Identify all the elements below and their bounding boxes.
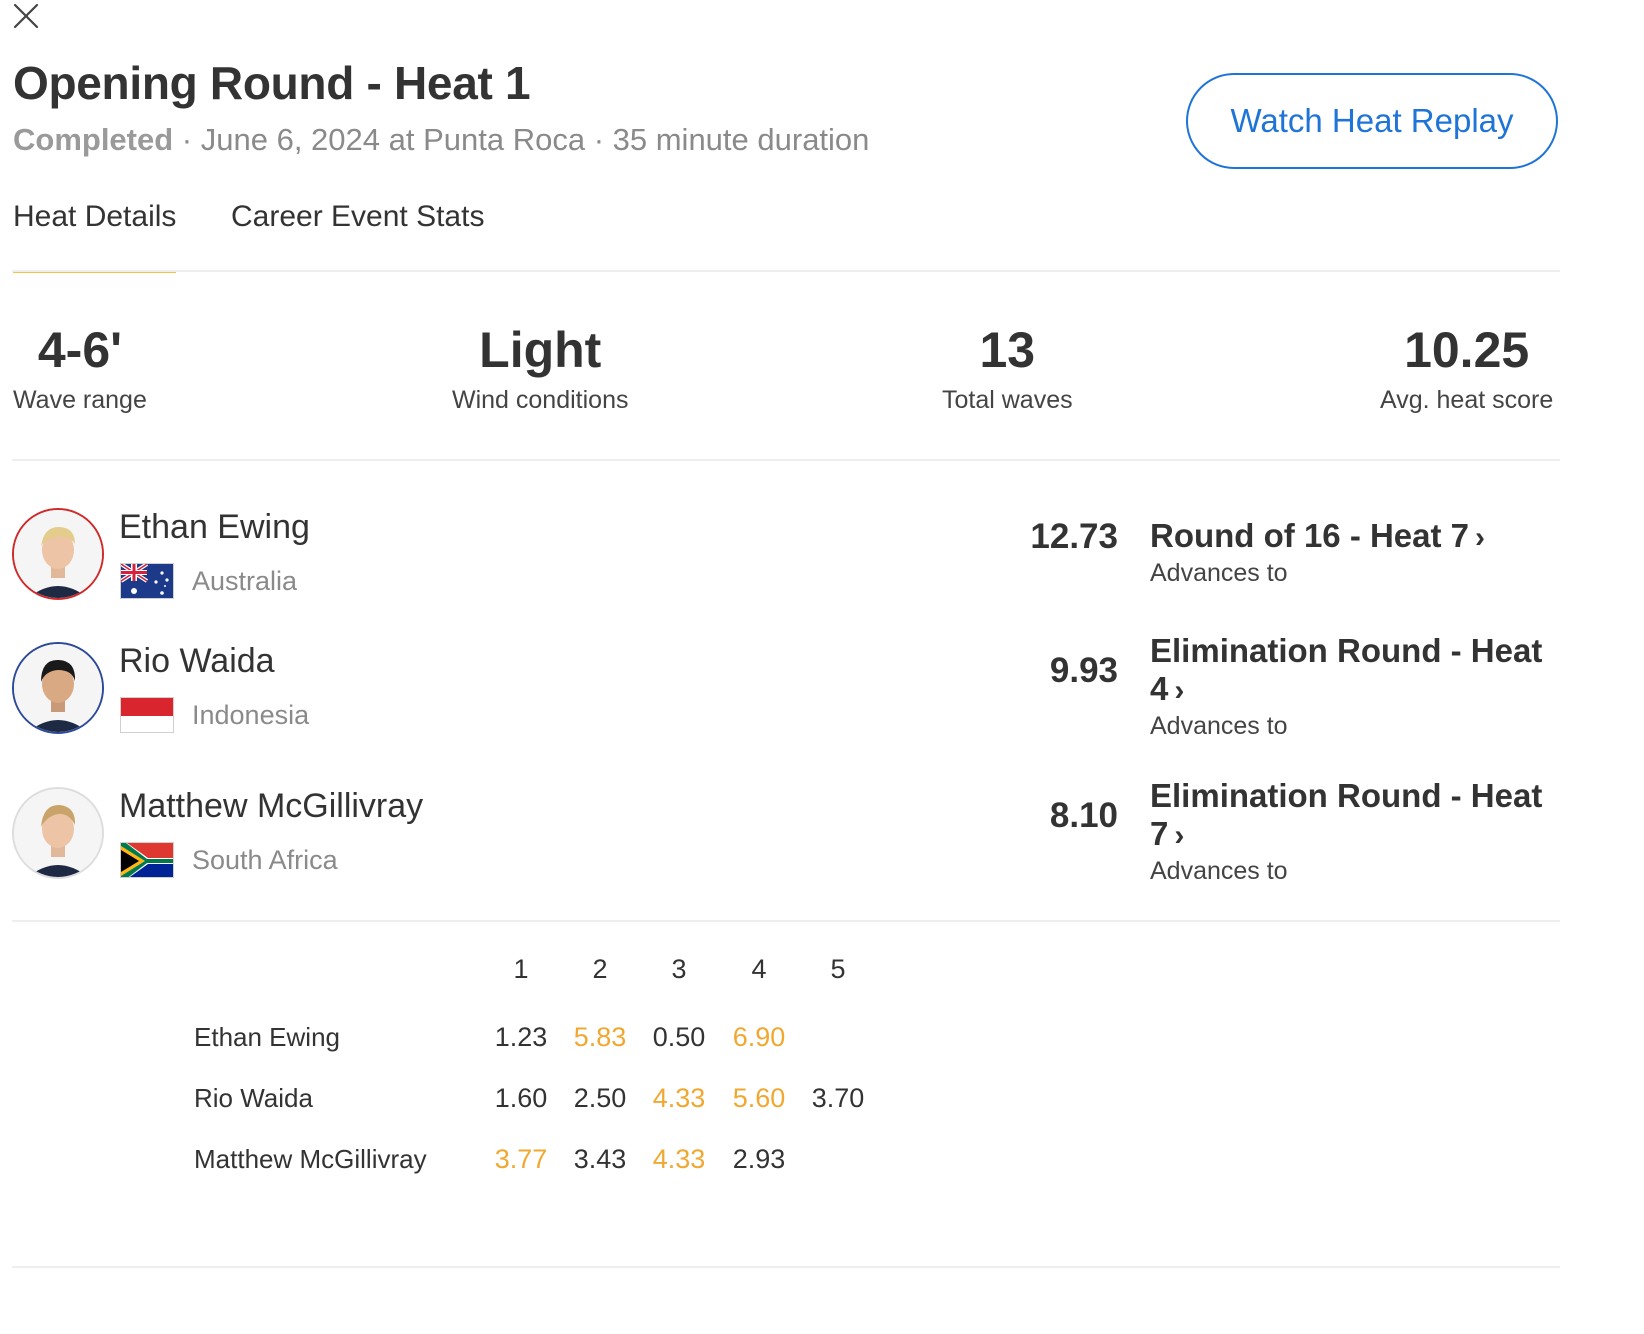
athlete-heat-score: 9.93 (1049, 651, 1118, 690)
athlete-portrait (14, 510, 102, 598)
wave-score: 4.33 (652, 1083, 706, 1113)
wave-row-athlete-name: Matthew McGillivray (194, 1144, 427, 1174)
heat-status: Completed (13, 122, 174, 157)
wave-column-header: 2 (592, 954, 608, 984)
athlete-name[interactable]: Matthew McGillivray (119, 787, 423, 826)
stat-avg-heat-score: 10.25 Avg. heat score (1380, 320, 1553, 418)
next-heat-label: Elimination Round - Heat 7 (1150, 777, 1543, 852)
wave-score: 4.33 (652, 1144, 706, 1174)
athlete-portrait (14, 644, 102, 732)
stat-wind-conditions: Light Wind conditions (452, 320, 628, 418)
athlete-row-rio-waida: Rio Waida Indonesia 9.93 Elimination Rou… (12, 632, 1560, 772)
stat-value: 4-6' (37, 322, 123, 378)
wave-column-header: 4 (751, 954, 767, 984)
tab-career-event-stats[interactable]: Career Event Stats (231, 200, 484, 270)
advances-to-label: Advances to (1150, 559, 1288, 587)
heat-details: June 6, 2024 at Punta Roca · 35 minute d… (200, 122, 870, 157)
stat-label: Wind conditions (452, 386, 629, 414)
close-icon (13, 3, 39, 29)
avatar (12, 508, 104, 600)
flag-south-africa-icon (120, 842, 174, 878)
wave-score: 6.90 (732, 1022, 786, 1052)
advances-to-label: Advances to (1150, 857, 1288, 885)
athlete-heat-score: 8.10 (1049, 796, 1118, 835)
watch-heat-replay-button[interactable]: Watch Heat Replay (1186, 73, 1558, 169)
stat-wave-range: 4-6' Wave range (13, 320, 147, 418)
avatar (12, 787, 104, 879)
wave-column-header: 5 (830, 954, 846, 984)
athlete-name[interactable]: Rio Waida (119, 642, 275, 681)
next-heat-link[interactable]: Round of 16 - Heat 7 › (1150, 517, 1550, 557)
athlete-country: Australia (192, 566, 298, 596)
athlete-row-matthew-mcgillivray: Matthew McGillivray South Africa 8.10 El… (12, 777, 1560, 917)
athlete-country: Indonesia (192, 700, 310, 730)
stat-total-waves: 13 Total waves (942, 320, 1073, 418)
chevron-right-icon: › (1475, 521, 1486, 554)
stat-value: 13 (979, 322, 1036, 378)
tab-heat-details[interactable]: Heat Details (13, 200, 177, 273)
wave-score: 5.60 (732, 1083, 786, 1113)
flag-australia-icon (120, 563, 174, 599)
tabs-divider (12, 270, 1560, 272)
wave-score: 1.23 (494, 1022, 548, 1052)
wave-score: 0.50 (652, 1022, 706, 1052)
stat-label: Wave range (13, 386, 147, 414)
athlete-name[interactable]: Ethan Ewing (119, 508, 310, 547)
heat-title: Opening Round - Heat 1 (13, 57, 531, 109)
wave-column-header: 1 (513, 954, 529, 984)
bottom-divider (12, 1266, 1560, 1268)
athlete-country: South Africa (192, 845, 338, 875)
next-heat-label: Round of 16 - Heat 7 (1150, 517, 1470, 554)
wave-row-athlete-name: Rio Waida (194, 1083, 313, 1113)
stat-value: 10.25 (1404, 322, 1530, 378)
wave-column-header: 3 (671, 954, 687, 984)
advances-to-label: Advances to (1150, 712, 1288, 740)
next-heat-link[interactable]: Elimination Round - Heat 4 › (1150, 632, 1550, 710)
wave-score: 3.70 (811, 1083, 865, 1113)
wave-score: 5.83 (573, 1022, 627, 1052)
wave-score: 3.43 (573, 1144, 627, 1174)
wave-row-athlete-name: Ethan Ewing (194, 1022, 340, 1052)
wave-score: 3.77 (494, 1144, 548, 1174)
wave-score: 1.60 (494, 1083, 548, 1113)
chevron-right-icon: › (1174, 819, 1185, 852)
stat-value: Light (479, 322, 602, 378)
athletes-divider (12, 920, 1560, 922)
chevron-right-icon: › (1174, 674, 1185, 707)
avatar (12, 642, 104, 734)
stats-divider (12, 459, 1560, 461)
flag-indonesia-icon (120, 697, 174, 733)
wave-score: 2.50 (573, 1083, 627, 1113)
athlete-heat-score: 12.73 (1030, 517, 1118, 556)
subtitle-separator: · (173, 122, 201, 157)
stat-label: Total waves (942, 386, 1073, 414)
athlete-row-ethan-ewing: Ethan Ewing Australia 12.73 Round of 16 … (12, 508, 1560, 638)
next-heat-label: Elimination Round - Heat 4 (1150, 632, 1543, 707)
heat-subtitle: Completed · June 6, 2024 at Punta Roca ·… (13, 122, 869, 158)
athlete-portrait (14, 789, 102, 877)
wave-score: 2.93 (732, 1144, 786, 1174)
next-heat-link[interactable]: Elimination Round - Heat 7 › (1150, 777, 1550, 855)
close-button[interactable] (12, 2, 40, 30)
stat-label: Avg. heat score (1380, 386, 1554, 414)
